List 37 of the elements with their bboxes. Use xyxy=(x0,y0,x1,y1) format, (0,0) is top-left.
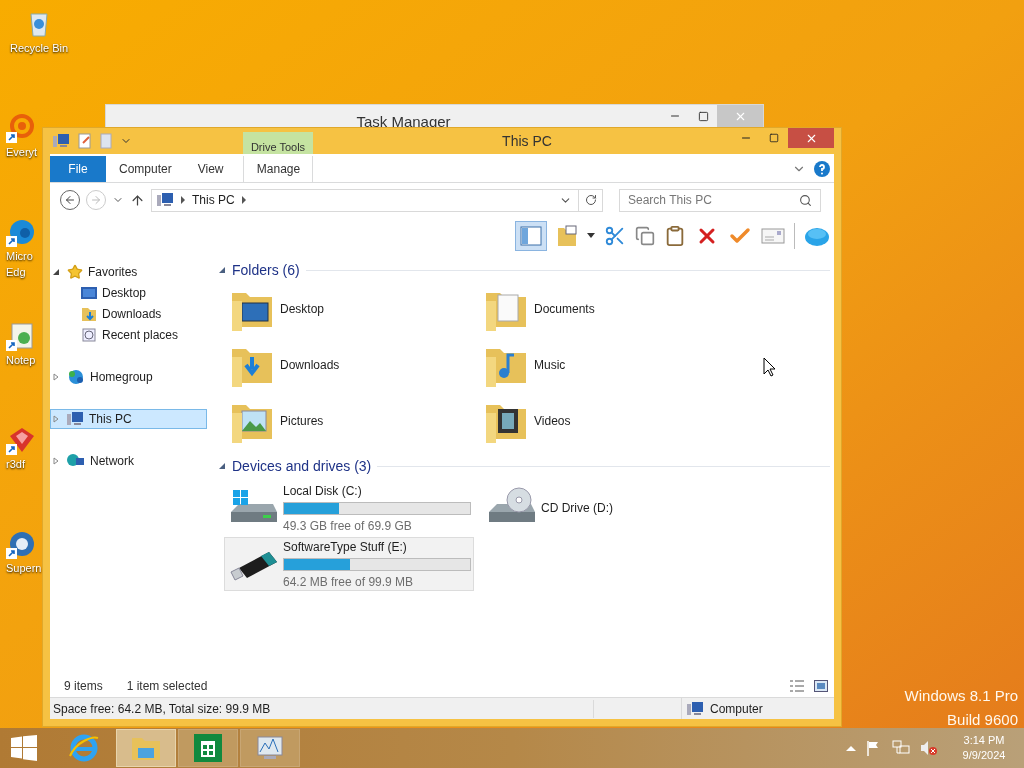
window-title: This PC xyxy=(502,131,552,151)
folder-name[interactable]: Videos xyxy=(534,412,571,430)
space-info: Space free: 64.2 MB, Total size: 99.9 MB xyxy=(50,699,594,718)
ribbon-tab[interactable]: File xyxy=(50,156,106,182)
breadcrumb[interactable]: This PC xyxy=(192,191,235,209)
item-count: 9 items xyxy=(64,678,103,695)
nav-item[interactable]: This PC xyxy=(50,408,207,429)
drive-name: Local Disk (C:) xyxy=(283,482,363,500)
window-title: Task Manager xyxy=(356,112,451,132)
folder-name[interactable]: Pictures xyxy=(280,412,324,430)
nav-item[interactable]: Desktop xyxy=(76,282,148,303)
search-field[interactable]: Search This PC xyxy=(619,188,821,212)
folder-name[interactable]: Documents xyxy=(534,300,595,318)
free-space-text: 64.2 MB free of 99.9 MB xyxy=(283,573,415,591)
folder-name[interactable]: Desktop xyxy=(280,300,325,318)
drive-tile[interactable]: SoftwareType Stuff (E:) 64.2 MB free of 99.9 MB xyxy=(224,537,474,591)
ribbon-tab[interactable]: Computer xyxy=(106,156,185,182)
drive-tile[interactable]: CD Drive (D:) xyxy=(482,481,732,535)
selection-count: 1 item selected xyxy=(126,678,208,695)
address-bar[interactable]: This PC xyxy=(151,188,603,212)
location-label: Computer xyxy=(710,700,763,718)
nav-item[interactable]: Network xyxy=(62,450,135,471)
ribbon-tab[interactable]: Manage xyxy=(243,156,314,182)
drive-tile[interactable]: Local Disk (C:) 49.3 GB free of 69.9 GB xyxy=(224,481,474,535)
folder-name[interactable]: Downloads xyxy=(280,356,340,374)
nav-item[interactable]: Homegroup xyxy=(62,366,154,387)
drive-name: CD Drive (D:) xyxy=(541,500,613,517)
ribbon-tab[interactable]: View xyxy=(184,156,237,182)
group-header: Folders (6) xyxy=(232,260,300,280)
drive-name: SoftwareType Stuff (E:) xyxy=(283,538,408,556)
group-header: Devices and drives (3) xyxy=(232,456,372,476)
os-edition-text: Windows 8.1 Pro Build 9600 xyxy=(904,686,1018,730)
nav-item[interactable]: Recent places xyxy=(76,324,180,345)
nav-item[interactable]: Downloads xyxy=(76,303,163,324)
free-space-text: 49.3 GB free of 69.9 GB xyxy=(283,517,413,535)
folder-name[interactable]: Music xyxy=(534,356,566,374)
nav-item[interactable]: Favorites xyxy=(62,261,139,282)
